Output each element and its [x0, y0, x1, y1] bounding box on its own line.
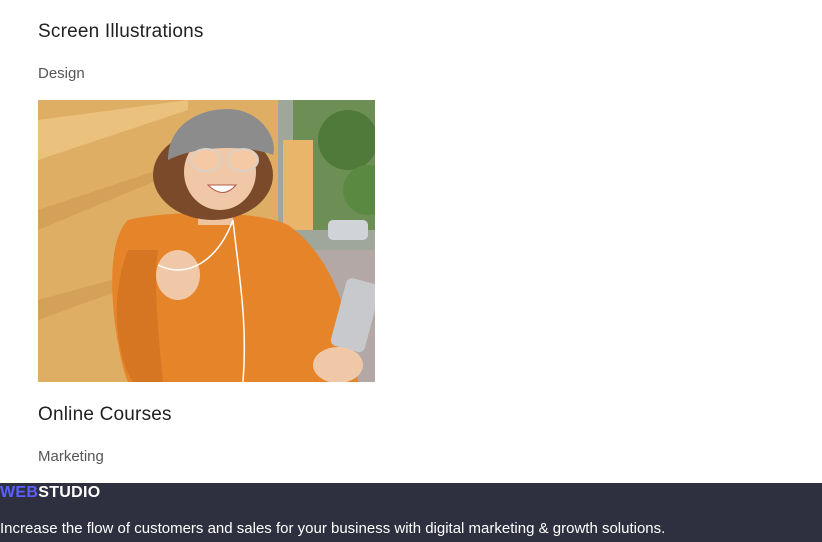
portfolio-photo — [38, 100, 375, 382]
footer-tagline: Increase the flow of customers and sales… — [0, 520, 666, 537]
portfolio-item-category: Marketing — [38, 448, 104, 465]
logo-part-web: WEB — [0, 484, 39, 501]
footer: WEBSTUDIO Increase the flow of customers… — [0, 483, 822, 542]
portfolio-item-title[interactable]: Screen Illustrations — [38, 21, 204, 43]
footer-logo[interactable]: WEBSTUDIO — [0, 484, 100, 502]
portfolio-item-title[interactable]: Online Courses — [38, 404, 172, 426]
logo-part-studio: STUDIO — [38, 484, 101, 501]
portfolio-item-category: Design — [38, 65, 85, 82]
